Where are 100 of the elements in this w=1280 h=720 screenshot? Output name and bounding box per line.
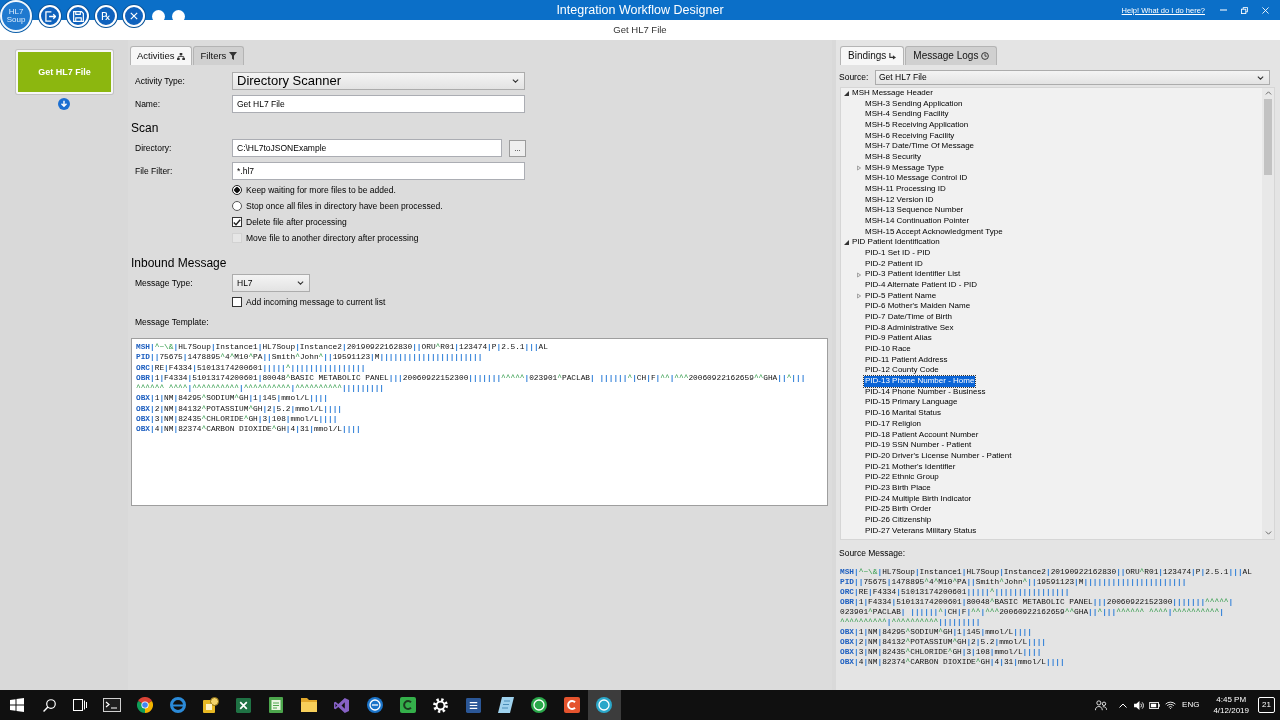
browse-button[interactable]: ... <box>509 139 526 157</box>
document-icon <box>465 697 481 713</box>
expander-icon[interactable] <box>844 90 849 96</box>
tree-item[interactable]: MSH-13 Sequence Number <box>864 205 965 217</box>
dropdown[interactable]: Get HL7 File <box>875 70 1270 85</box>
battery-icon[interactable] <box>1149 701 1161 709</box>
tree-item[interactable]: PID-15 Primary Language <box>864 397 959 409</box>
field-label: Source: <box>838 72 870 83</box>
tree-item[interactable]: MSH-10 Message Control ID <box>864 173 969 185</box>
option-label: Keep waiting for more files to be added. <box>246 184 396 196</box>
language-indicator[interactable]: ENG <box>1182 700 1200 710</box>
tree-item[interactable]: MSH-3 Sending Application <box>864 98 964 110</box>
folder-icon <box>301 698 318 712</box>
message-template-editor[interactable] <box>131 338 828 506</box>
dropdown[interactable]: Directory Scanner <box>232 72 525 90</box>
dropdown[interactable]: HL7 <box>232 274 310 292</box>
tree-item[interactable]: MSH-5 Receiving Application <box>864 120 970 131</box>
input-field[interactable]: Get HL7 File <box>232 95 525 113</box>
tree-item[interactable]: PID-19 SSN Number - Patient <box>864 440 973 451</box>
section-heading: Inbound Message <box>131 255 227 271</box>
tab[interactable]: Activities <box>130 46 193 65</box>
input-field[interactable]: C:\HL7toJSONExample <box>232 139 502 157</box>
round-button[interactable] <box>172 9 185 23</box>
exit-button[interactable] <box>39 5 61 27</box>
restore-icon <box>1241 6 1248 14</box>
tree-item[interactable]: PID-13 Phone Number - Home <box>864 376 976 387</box>
tree-item[interactable]: MSH-8 Security <box>864 152 922 163</box>
tree-item[interactable]: MSH-15 Accept Acknowledgment Type <box>864 226 1004 238</box>
tree-item[interactable]: PID-26 Citizenship <box>864 514 933 526</box>
tree-item[interactable]: MSH-12 Version ID <box>864 194 935 206</box>
taskbar-button[interactable] <box>587 690 621 720</box>
checkbox[interactable] <box>232 217 242 227</box>
tree-item[interactable]: PID-1 Set ID - PID <box>864 248 932 259</box>
tree-item[interactable]: PID-7 Date/Time of Birth <box>864 312 953 323</box>
speaker-icon[interactable] <box>1134 700 1145 710</box>
settings-icon <box>432 697 448 713</box>
tree-item[interactable]: MSH-11 Processing ID <box>864 184 947 195</box>
close-icon <box>1262 6 1269 14</box>
tree-item[interactable]: PID-10 Race <box>864 344 912 355</box>
tab[interactable]: Bindings <box>840 46 905 65</box>
tree-item[interactable]: PID-9 Patient Alias <box>864 333 933 345</box>
clock-date[interactable]: 4/12/2019 <box>1213 705 1249 716</box>
search-icon <box>42 698 56 712</box>
checkbox[interactable] <box>232 297 242 307</box>
app-icon <box>497 697 514 713</box>
tree-item[interactable]: PID-4 Alternate Patient ID - PID <box>864 280 979 291</box>
tree-item[interactable]: PID-14 Phone Number - Business <box>864 386 987 398</box>
tree-item[interactable]: MSH-9 Message Type <box>864 162 945 174</box>
caret-icon <box>512 79 519 83</box>
app-icon <box>202 697 219 713</box>
tree-item[interactable]: MSH-14 Continuation Pointer <box>864 216 971 227</box>
tree-item[interactable]: PID-6 Mother's Maiden Name <box>864 301 972 313</box>
hierarchy-icon <box>177 52 186 60</box>
tree-item[interactable]: MSH-6 Receiving Facility <box>864 130 956 142</box>
app-logo: HL7 Soup <box>0 0 32 32</box>
save-button[interactable] <box>67 5 89 27</box>
tree-item[interactable]: PID-25 Birth Order <box>864 504 933 515</box>
tab[interactable]: Message Logs <box>905 46 998 65</box>
clock-time[interactable]: 4:45 PM <box>1216 694 1247 705</box>
start-icon <box>10 698 24 712</box>
tree-item[interactable]: PID-27 Veterans Military Status <box>864 525 978 537</box>
radio-button[interactable] <box>232 201 242 211</box>
exit-icon <box>44 10 56 22</box>
close-button[interactable] <box>123 5 145 27</box>
tree-item[interactable]: PID-17 Religion <box>864 418 923 430</box>
tree-item[interactable]: PID-2 Patient ID <box>864 258 924 270</box>
caret-icon <box>297 281 304 285</box>
tree-item[interactable]: PID-16 Marital Status <box>864 408 943 419</box>
tree-item[interactable]: PID-3 Patient Identifier List <box>864 269 962 281</box>
people-icon[interactable] <box>1095 699 1108 711</box>
app-icon <box>596 697 613 713</box>
tree-item[interactable]: MSH-4 Sending Facility <box>864 109 950 121</box>
tree-item[interactable]: PID-11 Patient Address <box>864 354 949 366</box>
wifi-icon[interactable] <box>1165 701 1177 709</box>
tab[interactable]: Filters <box>193 46 245 65</box>
radio-button[interactable] <box>232 185 242 195</box>
tree-item[interactable]: PID-20 Driver's License Number - Patient <box>864 450 1013 462</box>
tree-item[interactable]: PID-5 Patient Name <box>864 290 938 302</box>
tree-item[interactable]: PID-21 Mother's Identifier <box>864 461 957 473</box>
tree-item[interactable]: PID Patient Identification <box>851 237 941 249</box>
scroll-thumb[interactable] <box>1264 99 1272 175</box>
tree-item[interactable]: PID-12 County Code <box>864 365 940 377</box>
field-label: File Filter: <box>135 165 174 177</box>
tree-item[interactable]: PID-18 Patient Account Number <box>864 429 980 441</box>
down-arrow-icon[interactable] <box>58 98 70 110</box>
tree-item[interactable]: PID-23 Birth Place <box>864 482 932 494</box>
option-label: Stop once all files in directory have been processed. <box>246 200 443 212</box>
tree-item[interactable]: PID-8 Administrative Sex <box>864 322 955 334</box>
prescription-button[interactable]: ℞ <box>95 5 117 27</box>
tree-item[interactable]: MSH-7 Date/Time Of Message <box>864 141 976 153</box>
tree-item[interactable]: MSH Message Header <box>851 88 934 99</box>
tree-item[interactable]: PID-22 Ethnic Group <box>864 472 940 483</box>
input-field[interactable]: *.hl7 <box>232 162 525 180</box>
scrollbar[interactable] <box>1262 88 1274 539</box>
round-button[interactable] <box>152 9 165 23</box>
tree-item[interactable]: PID-24 Multiple Birth Indicator <box>864 493 973 505</box>
expander-icon[interactable] <box>844 240 849 246</box>
field-label: Message Template: <box>135 316 209 328</box>
app-icon <box>334 697 350 713</box>
notifications-button[interactable]: 21 <box>1258 697 1275 713</box>
